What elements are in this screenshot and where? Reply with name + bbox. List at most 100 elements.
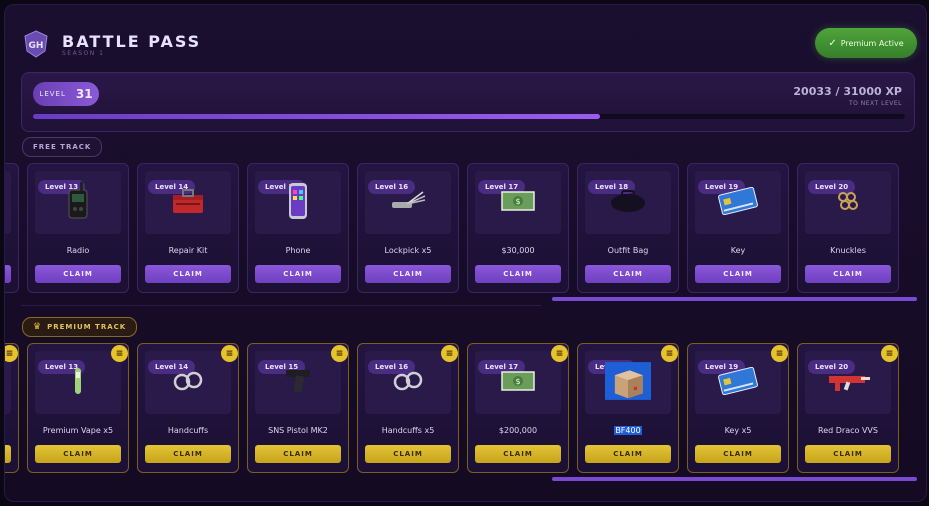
pistol-icon (275, 361, 321, 401)
phone-icon (275, 181, 321, 221)
claim-button[interactable]: CLAIM (695, 445, 781, 463)
reward-image-box: Level 14 ≡ (145, 345, 238, 414)
free-track-scrollbar[interactable] (552, 297, 917, 301)
reward-name: Outfit Bag (607, 246, 649, 255)
bag-icon (605, 181, 651, 221)
claim-button[interactable]: CLAIM (695, 265, 781, 283)
reward-name: Key x5 (724, 426, 752, 435)
claim-button[interactable]: CLAIM (5, 265, 11, 283)
claim-button[interactable]: CLAIM (5, 445, 11, 463)
claim-button[interactable]: CLAIM (585, 445, 671, 463)
claim-button[interactable]: CLAIM (475, 265, 561, 283)
free-reward-card: Level 14 Repair Kit CLAIM (137, 163, 239, 293)
premium-reward-card: Level 17 ≡ $ $200,000 CLAIM (467, 343, 569, 473)
claim-button[interactable]: CLAIM (255, 445, 341, 463)
reward-image-box: Level 17 ≡ $ (475, 345, 568, 414)
claim-button[interactable]: CLAIM (255, 265, 341, 283)
reward-name: SNS Pistol MK2 (268, 426, 328, 435)
reward-image-box: Level 18≡ (585, 345, 678, 414)
xp-text: 20033 / 31000 XP (793, 85, 902, 98)
handcuffs-icon (385, 361, 431, 401)
claim-button[interactable]: CLAIM (35, 265, 121, 283)
reward-name: Repair Kit (168, 246, 208, 255)
premium-coin-icon: ≡ (441, 345, 458, 362)
free-reward-card: Level 17 $ $30,000 CLAIM (467, 163, 569, 293)
reward-image-box: Level 12≡ (5, 345, 18, 414)
free-reward-card: Level 16 Lockpick x5 CLAIM (357, 163, 459, 293)
svg-text:$: $ (515, 377, 520, 386)
reward-image-box: Level 17 $ (475, 171, 561, 234)
reward-image-box: Level 13 ≡ (35, 345, 128, 414)
claim-button[interactable]: CLAIM (35, 445, 121, 463)
handcuffs-icon (165, 361, 211, 401)
reward-image-box: Level 12 (5, 171, 11, 234)
reward-image-box: Level 19 (695, 171, 781, 234)
reward-image-box: Level 15 (255, 171, 341, 234)
box-icon (605, 361, 651, 401)
crown-icon: ♛ (33, 322, 43, 332)
claim-button[interactable]: CLAIM (145, 265, 231, 283)
claim-button[interactable]: CLAIM (475, 445, 561, 463)
cash-icon: $ (495, 181, 541, 221)
premium-reward-card: Level 12≡ CLAIM (5, 343, 19, 473)
free-reward-card: Level 19 Key CLAIM (687, 163, 789, 293)
reward-image-box: Level 20 ≡ (805, 345, 898, 414)
premium-reward-card: Level 19 ≡ Key x5 CLAIM (687, 343, 789, 473)
reward-name: $30,000 (501, 246, 535, 255)
reward-name: $200,000 (498, 426, 538, 435)
premium-reward-card: Level 18≡ BF400 CLAIM (577, 343, 679, 473)
premium-coin-icon: ≡ (331, 345, 348, 362)
claim-button[interactable]: CLAIM (365, 445, 451, 463)
premium-track-text: PREMIUM TRACK (47, 323, 127, 331)
premium-reward-card: Level 13 ≡ Premium Vape x5 CLAIM (27, 343, 129, 473)
premium-coin-icon: ≡ (551, 345, 568, 362)
reward-name: Phone (285, 246, 311, 255)
premium-active-label: Premium Active (840, 38, 904, 48)
free-track-label: FREE TRACK (22, 137, 103, 157)
level-value: 31 (75, 87, 93, 101)
claim-button[interactable]: CLAIM (365, 265, 451, 283)
claim-button[interactable]: CLAIM (805, 445, 891, 463)
free-track-text: FREE TRACK (33, 143, 92, 151)
premium-reward-card: Level 15 ≡ SNS Pistol MK2 CLAIM (247, 343, 349, 473)
free-reward-card: Level 12 CLAIM (5, 163, 19, 293)
free-reward-card: Level 13 Radio CLAIM (27, 163, 129, 293)
reward-name: Handcuffs (167, 426, 209, 435)
free-reward-card: Level 15 Phone CLAIM (247, 163, 349, 293)
radio-icon (55, 181, 101, 221)
knuckles-icon (825, 181, 871, 221)
reward-name: Radio (66, 246, 90, 255)
page-title: BATTLE PASS (62, 32, 202, 51)
reward-name: Red Draco VVS (818, 426, 878, 435)
premium-track-label: ♛ PREMIUM TRACK (22, 317, 138, 337)
free-reward-card: Level 20 Knuckles CLAIM (797, 163, 899, 293)
level-badge: LEVEL 31 (33, 82, 99, 106)
logo-text: GH (29, 41, 44, 51)
xp-progress-fill (33, 114, 600, 119)
season-subtitle: SEASON 1 (62, 50, 105, 57)
claim-button[interactable]: CLAIM (805, 265, 891, 283)
reward-name: Handcuffs x5 (381, 426, 435, 435)
reward-image-box: Level 16 ≡ (365, 345, 458, 414)
premium-track-scrollbar[interactable] (552, 477, 917, 481)
claim-button[interactable]: CLAIM (145, 445, 231, 463)
premium-reward-card: Level 16 ≡ Handcuffs x5 CLAIM (357, 343, 459, 473)
reward-image-box: Level 13 (35, 171, 121, 234)
reward-name: BF400 (614, 426, 642, 435)
reward-image-box: Level 14 (145, 171, 231, 234)
vape-icon (55, 361, 101, 401)
reward-name: Premium Vape x5 (42, 426, 114, 435)
keycard-icon (715, 181, 761, 221)
battle-pass-panel: GH BATTLE PASS SEASON 1 ✓ Premium Active… (4, 4, 927, 502)
reward-name: Key (730, 246, 746, 255)
premium-coin-icon: ≡ (771, 345, 788, 362)
premium-reward-card: Level 20 ≡ Red Draco VVS CLAIM (797, 343, 899, 473)
keycard-icon (715, 361, 761, 401)
reward-name: Knuckles (830, 246, 866, 255)
premium-coin-icon: ≡ (661, 345, 678, 362)
reward-image-box: Level 19 ≡ (695, 345, 788, 414)
free-track-row: Level 12 CLAIM Level 13 Radio CLAIM Level 14 R… (5, 163, 926, 295)
claim-button[interactable]: CLAIM (585, 265, 671, 283)
svg-text:$: $ (515, 197, 520, 206)
premium-active-button[interactable]: ✓ Premium Active (815, 28, 917, 58)
